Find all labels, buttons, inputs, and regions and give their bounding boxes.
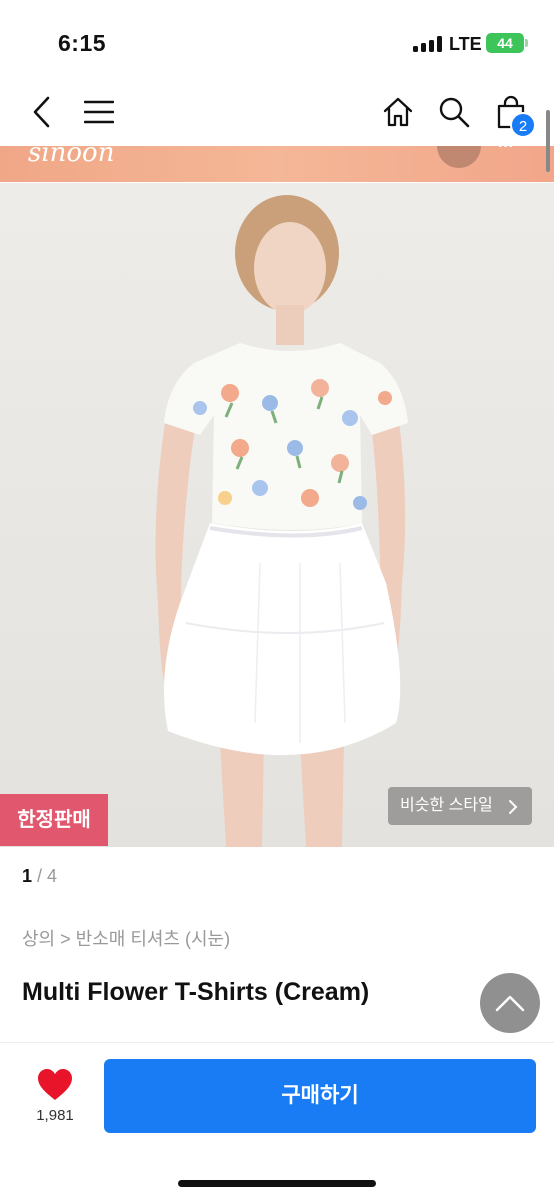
similar-style-button[interactable]: 비슷한 스타일 xyxy=(388,787,532,825)
network-type: LTE xyxy=(449,34,482,54)
search-button[interactable] xyxy=(432,90,476,134)
cellular-signal-icon xyxy=(413,36,443,52)
battery-level: 44 xyxy=(497,35,513,51)
home-icon xyxy=(383,97,413,127)
status-time: 6:15 xyxy=(58,30,107,56)
brand-logo: sinoon xyxy=(28,146,115,168)
battery-icon: 44 xyxy=(486,33,528,53)
pager-total: / 4 xyxy=(37,866,58,886)
image-pager: 1 / 4 xyxy=(22,866,57,887)
like-count: 1,981 xyxy=(36,1107,74,1124)
search-icon xyxy=(439,97,470,128)
brand-banner-text: ··· xyxy=(498,146,514,155)
cart-count-badge: 2 xyxy=(510,112,536,138)
buy-button[interactable]: 구매하기 xyxy=(104,1059,536,1133)
back-button[interactable] xyxy=(20,90,64,134)
pager-current: 1 xyxy=(22,866,33,886)
hamburger-menu-icon xyxy=(84,100,114,124)
scroll-indicator xyxy=(546,110,550,172)
home-indicator xyxy=(178,1180,376,1187)
product-title: Multi Flower T-Shirts (Cream) xyxy=(22,978,370,1006)
scroll-to-top-button[interactable] xyxy=(480,973,540,1033)
heart-icon xyxy=(38,1069,72,1100)
chevron-left-icon xyxy=(33,96,50,128)
status-bar: 6:15 LTE 44 xyxy=(0,0,554,80)
chevron-right-icon xyxy=(509,800,518,814)
category-breadcrumb[interactable]: 상의 > 반소매 티셔츠 (시눈) xyxy=(22,925,230,951)
like-button[interactable] xyxy=(36,1068,74,1107)
product-image[interactable] xyxy=(0,183,554,847)
menu-button[interactable] xyxy=(77,90,121,134)
brand-like-icon xyxy=(437,146,481,168)
home-button[interactable] xyxy=(376,90,420,134)
chevron-up-icon xyxy=(495,995,525,1012)
top-nav-bar xyxy=(0,80,554,144)
limited-sale-badge: 한정판매 xyxy=(0,794,108,846)
model-photo xyxy=(155,195,408,847)
brand-banner[interactable]: sinoon ··· xyxy=(0,146,554,182)
similar-style-label: 비슷한 스타일 xyxy=(400,797,493,814)
